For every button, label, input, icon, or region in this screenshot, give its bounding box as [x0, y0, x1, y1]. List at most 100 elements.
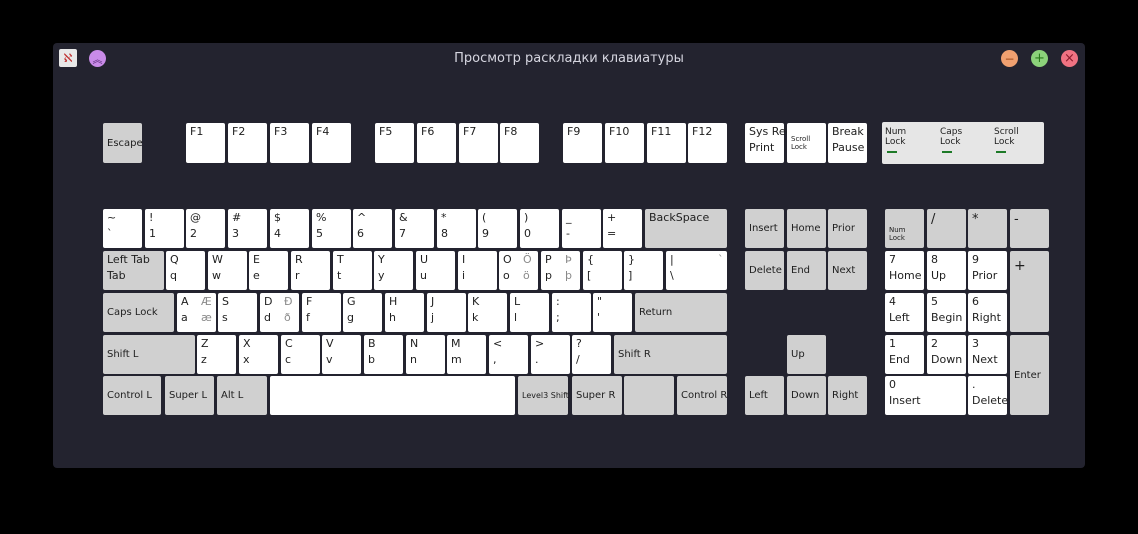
key-alt-left[interactable]: Alt L	[217, 376, 267, 415]
key-5[interactable]: % 5	[312, 209, 351, 248]
key-super-left[interactable]: Super L	[165, 376, 214, 415]
key-kp-subtract[interactable]: -	[1010, 209, 1049, 248]
key-kp-7[interactable]: 7 Home	[885, 251, 924, 290]
key-caps-lock[interactable]: Caps Lock	[103, 293, 174, 332]
key-pause[interactable]: Break Pause	[828, 123, 867, 163]
key-bracket-right[interactable]: }]	[624, 251, 663, 290]
key-0[interactable]: ) 0	[520, 209, 559, 248]
key-print[interactable]: Sys Req Print	[745, 123, 793, 163]
key-9[interactable]: (9	[478, 209, 517, 248]
key-q[interactable]: Qq	[166, 251, 205, 290]
key-1[interactable]: ! 1	[145, 209, 184, 248]
key-f9[interactable]: F9	[563, 123, 602, 163]
key-tab[interactable]: Left Tab Tab	[103, 251, 164, 290]
key-j[interactable]: Jj	[427, 293, 466, 332]
key-g[interactable]: Gg	[343, 293, 382, 332]
key-p[interactable]: PpÞþ	[541, 251, 580, 290]
key-2[interactable]: @2	[186, 209, 225, 248]
key-escape[interactable]: Escape	[103, 123, 143, 163]
key-f11[interactable]: F11	[647, 123, 686, 163]
key-f2[interactable]: F2	[228, 123, 267, 163]
key-num-lock[interactable]: Num Lock	[885, 209, 924, 248]
minimize-button[interactable]: −	[1001, 50, 1018, 67]
key-f8[interactable]: F8	[500, 123, 539, 163]
key-f5[interactable]: F5	[375, 123, 414, 163]
key-kp-5[interactable]: 5 Begin	[927, 293, 966, 332]
key-prior[interactable]: Prior	[828, 209, 867, 248]
key-minus[interactable]: _ -	[562, 209, 601, 248]
key-s[interactable]: Ss	[218, 293, 257, 332]
key-kp-4[interactable]: 4 Left	[885, 293, 924, 332]
maximize-button[interactable]: +	[1031, 50, 1048, 67]
key-kp-8[interactable]: 8 Up	[927, 251, 966, 290]
key-insert[interactable]: Insert	[745, 209, 784, 248]
key-8[interactable]: * 8	[437, 209, 476, 248]
key-v[interactable]: Vv	[322, 335, 361, 374]
key-f1[interactable]: F1	[186, 123, 225, 163]
key-scroll-lock[interactable]: Scroll Lock	[787, 123, 826, 163]
key-control-right[interactable]: Control R	[677, 376, 727, 415]
key-kp-decimal[interactable]: . Delete	[968, 376, 1008, 415]
key-o[interactable]: OoÖö	[499, 251, 538, 290]
key-backslash[interactable]: | \ `	[666, 251, 727, 290]
key-m[interactable]: Mm	[447, 335, 486, 374]
close-button[interactable]: ×	[1061, 50, 1078, 67]
key-shift-right[interactable]: Shift R	[614, 335, 727, 374]
key-l[interactable]: Ll	[510, 293, 549, 332]
key-6[interactable]: ^ 6	[353, 209, 392, 248]
key-f7[interactable]: F7	[459, 123, 498, 163]
key-left[interactable]: Left	[745, 376, 784, 415]
key-a[interactable]: AaÆæ	[177, 293, 216, 332]
key-space[interactable]	[270, 376, 515, 415]
key-home[interactable]: Home	[787, 209, 826, 248]
key-comma[interactable]: <,	[489, 335, 528, 374]
key-kp-enter[interactable]: Enter	[1010, 335, 1049, 415]
key-u[interactable]: Uu	[416, 251, 455, 290]
key-4[interactable]: $4	[270, 209, 309, 248]
key-f6[interactable]: F6	[417, 123, 456, 163]
key-f12[interactable]: F12	[688, 123, 727, 163]
key-f3[interactable]: F3	[270, 123, 309, 163]
key-backspace[interactable]: BackSpace	[645, 209, 727, 248]
key-bracket-left[interactable]: {[	[583, 251, 622, 290]
key-kp-1[interactable]: 1 End	[885, 335, 924, 374]
key-kp-2[interactable]: 2 Down	[927, 335, 966, 374]
key-h[interactable]: Hh	[385, 293, 424, 332]
key-slash[interactable]: ? /	[572, 335, 611, 374]
key-e[interactable]: Ee	[249, 251, 288, 290]
key-7[interactable]: & 7	[395, 209, 434, 248]
key-kp-0[interactable]: 0 Insert	[885, 376, 966, 415]
key-quote[interactable]: " '	[593, 293, 632, 332]
key-delete[interactable]: Delete	[745, 251, 784, 290]
key-f4[interactable]: F4	[312, 123, 351, 163]
key-kp-multiply[interactable]: *	[968, 209, 1007, 248]
key-z[interactable]: Zz	[197, 335, 236, 374]
key-end[interactable]: End	[787, 251, 826, 290]
key-period[interactable]: >.	[531, 335, 570, 374]
key-kp-6[interactable]: 6 Right	[968, 293, 1007, 332]
key-semicolon[interactable]: :;	[552, 293, 591, 332]
key-kp-9[interactable]: 9 Prior	[968, 251, 1007, 290]
key-f10[interactable]: F10	[605, 123, 644, 163]
key-return[interactable]: Return	[635, 293, 727, 332]
key-kp-3[interactable]: 3 Next	[968, 335, 1007, 374]
key-n[interactable]: Nn	[406, 335, 445, 374]
key-down[interactable]: Down	[787, 376, 826, 415]
key-shift-left[interactable]: Shift L	[103, 335, 195, 374]
key-w[interactable]: Ww	[208, 251, 247, 290]
key-next[interactable]: Next	[828, 251, 867, 290]
key-f[interactable]: Ff	[302, 293, 341, 332]
key-kp-divide[interactable]: /	[927, 209, 966, 248]
key-i[interactable]: Ii	[458, 251, 497, 290]
key-level3-shift[interactable]: Level3 Shift	[518, 376, 569, 415]
key-c[interactable]: Cc	[281, 335, 320, 374]
key-menu[interactable]	[624, 376, 674, 415]
key-up[interactable]: Up	[787, 335, 826, 374]
key-control-left[interactable]: Control L	[103, 376, 161, 415]
key-3[interactable]: #3	[228, 209, 267, 248]
key-r[interactable]: Rr	[291, 251, 330, 290]
key-k[interactable]: Kk	[468, 293, 507, 332]
key-equal[interactable]: + =	[603, 209, 642, 248]
key-t[interactable]: Tt	[333, 251, 372, 290]
key-super-right[interactable]: Super R	[572, 376, 622, 415]
